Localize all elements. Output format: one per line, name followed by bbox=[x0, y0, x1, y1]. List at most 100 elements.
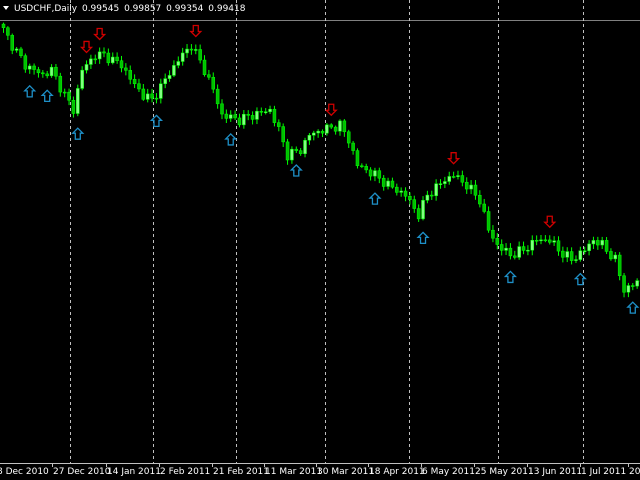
x-tick-label: 30 Mar 2011 bbox=[317, 467, 375, 477]
price-chart[interactable]: USDCHF,Daily 0.99545 0.99857 0.99354 0.9… bbox=[0, 0, 640, 480]
bear-candle bbox=[259, 110, 264, 113]
bear-candle bbox=[430, 194, 434, 197]
bear-candle bbox=[499, 244, 504, 251]
bear-candle bbox=[272, 108, 277, 123]
bear-candle bbox=[491, 229, 495, 239]
bear-candle bbox=[281, 126, 285, 143]
bull-candle bbox=[14, 48, 19, 51]
buy-arrow-icon bbox=[23, 84, 37, 98]
x-tick-label: 6 May 2011 bbox=[422, 467, 475, 477]
bull-candle bbox=[635, 280, 639, 287]
bull-candle bbox=[290, 148, 294, 161]
bear-candle bbox=[19, 48, 23, 56]
bear-candle bbox=[67, 91, 71, 101]
bear-candle bbox=[141, 88, 146, 100]
bull-candle bbox=[111, 56, 115, 64]
bear-candle bbox=[534, 239, 539, 242]
bull-candle bbox=[228, 114, 233, 119]
bear-candle bbox=[609, 251, 613, 260]
bull-candle bbox=[338, 120, 342, 132]
bear-candle bbox=[346, 131, 351, 144]
bear-candle bbox=[237, 117, 242, 126]
bear-candle bbox=[604, 240, 609, 252]
x-tick-label: 8 Dec 2010 bbox=[0, 467, 49, 477]
bear-candle bbox=[58, 75, 63, 93]
buy-arrow-icon bbox=[289, 164, 303, 177]
x-tick-label: 20 bbox=[629, 467, 640, 477]
bull-candle bbox=[263, 111, 268, 113]
bear-candle bbox=[364, 166, 368, 171]
buy-arrow-icon bbox=[224, 133, 238, 146]
bear-candle bbox=[486, 211, 491, 231]
bear-candle bbox=[220, 103, 224, 115]
sell-arrow-icon bbox=[93, 27, 107, 41]
bull-candle bbox=[504, 247, 508, 251]
bear-candle bbox=[36, 69, 41, 74]
bull-candle bbox=[565, 251, 569, 258]
bull-candle bbox=[76, 88, 80, 114]
bear-candle bbox=[224, 113, 229, 119]
bull-candle bbox=[89, 58, 93, 65]
bull-candle bbox=[194, 49, 198, 51]
open-value: 0.99545 bbox=[81, 4, 120, 14]
x-tick-label: 25 May 2011 bbox=[475, 467, 534, 477]
bear-candle bbox=[202, 59, 207, 75]
dropdown-triangle-icon[interactable] bbox=[3, 6, 9, 10]
symbol-label: USDCHF,Daily bbox=[14, 4, 78, 14]
bull-candle bbox=[176, 61, 181, 66]
bull-candle bbox=[167, 75, 172, 79]
bear-candle bbox=[23, 55, 28, 70]
bull-candle bbox=[552, 240, 556, 243]
bull-candle bbox=[600, 240, 604, 246]
bull-candle bbox=[456, 175, 460, 177]
bull-candle bbox=[539, 239, 543, 242]
bear-candle bbox=[62, 91, 67, 94]
bear-candle bbox=[277, 122, 281, 127]
bull-candle bbox=[530, 239, 535, 251]
buy-arrow-icon bbox=[503, 270, 517, 284]
bear-candle bbox=[106, 52, 111, 64]
bull-candle bbox=[268, 108, 272, 112]
bear-candle bbox=[460, 175, 465, 183]
bear-candle bbox=[45, 73, 49, 77]
bear-candle bbox=[41, 72, 45, 75]
bear-candle bbox=[473, 184, 478, 196]
bear-candle bbox=[508, 247, 513, 257]
bear-candle bbox=[596, 240, 600, 246]
bull-candle bbox=[316, 130, 320, 134]
bear-candle bbox=[521, 246, 526, 251]
bull-candle bbox=[434, 183, 438, 196]
bear-candle bbox=[355, 150, 360, 167]
bear-candle bbox=[351, 142, 355, 151]
bear-candle bbox=[403, 190, 408, 197]
bear-candle bbox=[6, 27, 10, 36]
x-tick-label: 13 Jun 2011 bbox=[528, 467, 583, 477]
bear-candle bbox=[381, 177, 386, 187]
bear-candle bbox=[548, 239, 552, 243]
bear-candle bbox=[71, 99, 76, 114]
bull-candle bbox=[443, 181, 447, 184]
bear-candle bbox=[478, 194, 482, 205]
bull-candle bbox=[399, 190, 403, 193]
bear-candle bbox=[368, 169, 373, 177]
buy-arrow-icon bbox=[416, 231, 430, 245]
bear-candle bbox=[543, 239, 548, 242]
bear-candle bbox=[395, 186, 399, 193]
bull-candle bbox=[49, 66, 54, 77]
bear-candle bbox=[482, 203, 486, 212]
bull-candle bbox=[180, 52, 185, 62]
bear-candle bbox=[513, 255, 517, 258]
bear-candle bbox=[207, 74, 211, 78]
bull-candle bbox=[242, 113, 246, 126]
x-tick-label: 27 Dec 2010 bbox=[53, 467, 111, 477]
bull-candle bbox=[425, 194, 430, 201]
bull-candle bbox=[97, 51, 102, 60]
bull-candle bbox=[27, 65, 32, 70]
bear-candle bbox=[233, 114, 237, 119]
buy-arrow-icon bbox=[149, 114, 164, 128]
buy-arrow-icon bbox=[40, 89, 54, 102]
bear-candle bbox=[137, 83, 141, 90]
bear-candle bbox=[154, 97, 159, 100]
bear-candle bbox=[119, 60, 124, 69]
buy-arrow-icon bbox=[368, 192, 382, 205]
